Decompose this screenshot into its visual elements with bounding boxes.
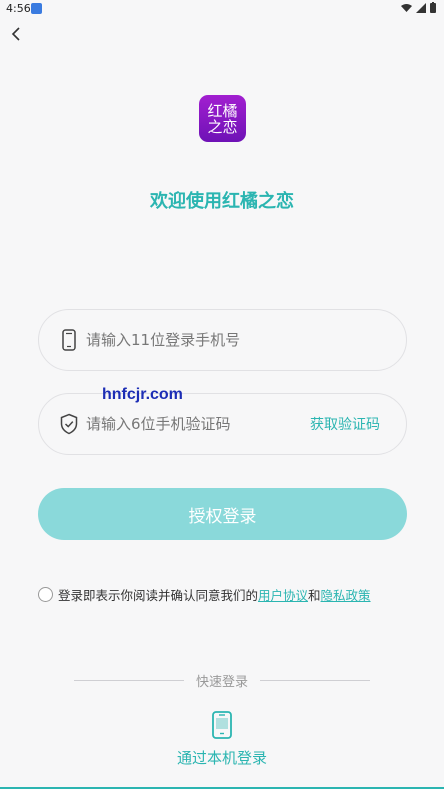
signal-icon	[416, 2, 426, 13]
phone-icon	[62, 329, 76, 351]
notification-app-icon	[31, 3, 42, 14]
verification-code-input[interactable]	[86, 409, 326, 439]
chevron-left-icon	[11, 27, 20, 41]
status-time: 4:56	[6, 2, 31, 15]
back-button[interactable]	[6, 24, 26, 44]
phone-input-row	[38, 309, 407, 371]
get-code-button[interactable]: 获取验证码	[310, 414, 380, 434]
code-input-row: 获取验证码	[38, 393, 407, 455]
authorize-login-button[interactable]: 授权登录	[38, 488, 407, 540]
agreement-prefix: 登录即表示你阅读并确认同意我们的	[58, 587, 259, 603]
local-phone-icon[interactable]	[211, 711, 233, 739]
agreement-and: 和	[308, 587, 321, 603]
status-icons	[401, 2, 436, 13]
status-bar: 4:56	[0, 0, 444, 18]
phone-number-input[interactable]	[86, 325, 326, 355]
wifi-icon	[401, 3, 412, 12]
local-login-button[interactable]: 通过本机登录	[0, 747, 444, 768]
divider-right	[260, 680, 370, 681]
privacy-policy-link[interactable]: 隐私政策	[321, 585, 371, 604]
app-logo-text-line2: 之恋	[207, 117, 238, 136]
app-logo: 红橘 之恋	[199, 95, 246, 142]
agree-checkbox[interactable]	[38, 586, 53, 602]
agreement-row: 登录即表示你阅读并确认同意我们的 用户协议 和 隐私政策	[38, 584, 418, 604]
user-agreement-link[interactable]: 用户协议	[258, 585, 308, 604]
battery-icon	[430, 2, 436, 13]
welcome-title: 欢迎使用红橘之恋	[150, 191, 294, 212]
watermark-text: hnfcjr.com	[102, 386, 183, 403]
shield-icon	[60, 413, 78, 435]
quick-login-divider: 快速登录	[74, 670, 370, 690]
app-logo-text-line1: 红橘	[207, 101, 238, 120]
